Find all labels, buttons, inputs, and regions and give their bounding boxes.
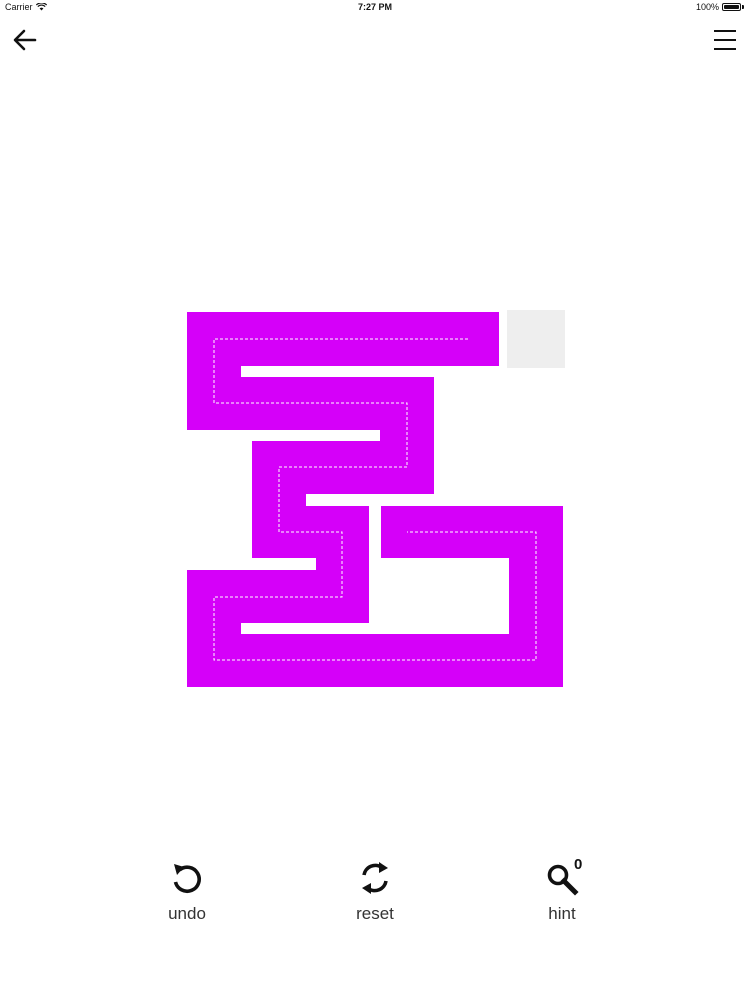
- undo-label: undo: [168, 904, 206, 923]
- filled-path: [187, 312, 563, 687]
- puzzle-board: [0, 0, 750, 1000]
- reset-button[interactable]: reset: [330, 858, 420, 930]
- refresh-icon: [362, 862, 388, 894]
- undo-button[interactable]: undo: [142, 858, 232, 930]
- empty-cell[interactable]: [507, 310, 565, 368]
- hint-count-badge: 0: [574, 856, 583, 873]
- hint-button[interactable]: 0 hint: [517, 856, 607, 930]
- maze-canvas[interactable]: [0, 0, 750, 1000]
- undo-arrow-icon: [173, 864, 201, 893]
- reset-label: reset: [356, 904, 394, 923]
- hint-label: hint: [548, 904, 576, 923]
- game-screen: Carrier 7:27 PM 100% undo reset 0 hint: [0, 0, 750, 1000]
